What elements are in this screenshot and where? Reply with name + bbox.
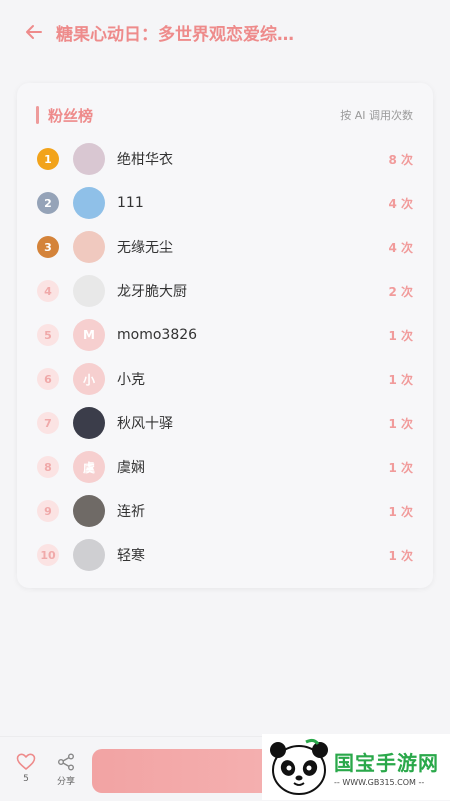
avatar xyxy=(73,275,105,307)
avatar xyxy=(73,539,105,571)
heart-icon xyxy=(16,753,36,770)
watermark-url: -- WWW.GB315.COM -- xyxy=(334,778,425,787)
rank-badge: 10 xyxy=(37,544,59,566)
list-item[interactable]: 5 M momo3826 1 次 xyxy=(17,313,433,357)
fan-list: 1 绝柑华衣 8 次 2 111 4 次 3 无缘无尘 4 次 4 龙牙脆大厨 … xyxy=(17,137,433,577)
share-label: 分享 xyxy=(56,777,75,787)
call-count: 1 次 xyxy=(388,416,413,431)
rank-badge: 6 xyxy=(37,368,59,390)
user-name: 绝柑华衣 xyxy=(117,152,173,168)
fan-ranking-card: 粉丝榜 按 AI 调用次数 1 绝柑华衣 8 次 2 111 4 次 3 无缘无… xyxy=(17,83,433,588)
share-icon xyxy=(58,753,74,771)
avatar xyxy=(73,495,105,527)
list-item[interactable]: 3 无缘无尘 4 次 xyxy=(17,225,433,269)
call-count: 4 次 xyxy=(388,196,413,211)
call-count: 4 次 xyxy=(388,240,413,255)
card-header: 粉丝榜 按 AI 调用次数 xyxy=(17,103,433,127)
list-item[interactable]: 10 轻寒 1 次 xyxy=(17,533,433,577)
user-name: 连祈 xyxy=(117,504,145,520)
avatar xyxy=(73,143,105,175)
watermark-text: 国宝手游网 -- WWW.GB315.COM -- xyxy=(334,747,439,787)
avatar: M xyxy=(73,319,105,351)
back-button[interactable] xyxy=(18,16,50,48)
avatar xyxy=(73,231,105,263)
call-count: 2 次 xyxy=(388,284,413,299)
list-item[interactable]: 7 秋风十驿 1 次 xyxy=(17,401,433,445)
site-watermark: 国宝手游网 -- WWW.GB315.COM -- xyxy=(262,734,450,800)
like-count: 5 xyxy=(23,774,29,784)
user-name: 无缘无尘 xyxy=(117,240,173,256)
call-count: 1 次 xyxy=(388,460,413,475)
rank-badge: 7 xyxy=(37,412,59,434)
user-name: 小克 xyxy=(117,372,145,388)
rank-badge: 2 xyxy=(37,192,59,214)
user-name: momo3826 xyxy=(117,327,198,343)
avatar: 小 xyxy=(73,363,105,395)
title-accent-bar xyxy=(36,106,39,124)
user-name: 111 xyxy=(117,195,144,211)
avatar: 虞 xyxy=(73,451,105,483)
rank-badge: 1 xyxy=(37,148,59,170)
top-bar: 糖果心动日：多世界观恋爱综… xyxy=(0,0,450,64)
card-title: 粉丝榜 xyxy=(48,106,94,125)
arrow-left-icon xyxy=(26,25,42,39)
like-button[interactable]: 5 xyxy=(11,753,41,784)
share-button[interactable]: 分享 xyxy=(51,753,81,787)
rank-badge: 8 xyxy=(37,456,59,478)
call-count: 1 次 xyxy=(388,372,413,387)
rank-badge: 9 xyxy=(37,500,59,522)
watermark-name: 国宝手游网 xyxy=(334,751,439,775)
call-count: 1 次 xyxy=(388,328,413,343)
user-name: 秋风十驿 xyxy=(117,416,173,432)
list-item[interactable]: 6 小 小克 1 次 xyxy=(17,357,433,401)
list-item[interactable]: 8 虞 虞娴 1 次 xyxy=(17,445,433,489)
user-name: 龙牙脆大厨 xyxy=(117,284,187,300)
list-item[interactable]: 4 龙牙脆大厨 2 次 xyxy=(17,269,433,313)
list-item[interactable]: 1 绝柑华衣 8 次 xyxy=(17,137,433,181)
avatar xyxy=(73,187,105,219)
list-item[interactable]: 2 111 4 次 xyxy=(17,181,433,225)
rank-badge: 4 xyxy=(37,280,59,302)
list-item[interactable]: 9 连祈 1 次 xyxy=(17,489,433,533)
rank-badge: 5 xyxy=(37,324,59,346)
rank-badge: 3 xyxy=(37,236,59,258)
call-count: 1 次 xyxy=(388,548,413,563)
page-title: 糖果心动日：多世界观恋爱综… xyxy=(56,24,294,45)
call-count: 1 次 xyxy=(388,504,413,519)
user-name: 虞娴 xyxy=(117,460,145,476)
sort-note: 按 AI 调用次数 xyxy=(340,109,413,122)
user-name: 轻寒 xyxy=(117,548,145,564)
call-count: 8 次 xyxy=(388,152,413,167)
avatar xyxy=(73,407,105,439)
panda-logo-icon xyxy=(270,738,328,795)
